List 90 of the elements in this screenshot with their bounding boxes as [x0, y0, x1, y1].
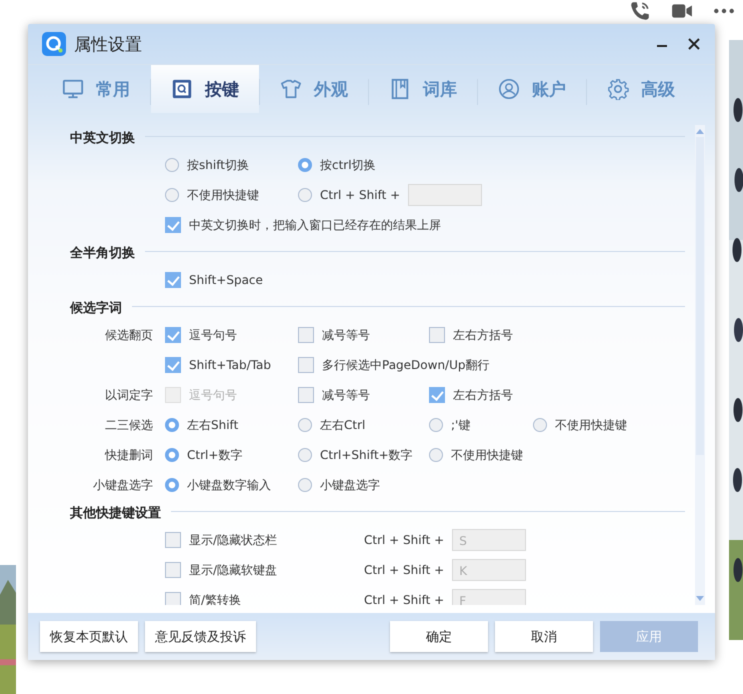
checkbox[interactable]: [165, 592, 181, 605]
tab[interactable]: 账户: [478, 65, 586, 113]
row-label: 小键盘选字: [93, 478, 153, 492]
section-title: 其他快捷键设置: [70, 504, 161, 522]
shortcut-label: Ctrl + Shift +: [364, 533, 444, 547]
checkbox[interactable]: [165, 217, 181, 233]
settings-icon: [607, 78, 629, 100]
phone-icon[interactable]: [629, 0, 651, 22]
radio-button[interactable]: [165, 448, 179, 462]
option-label: 左右Ctrl: [320, 416, 366, 434]
book-icon: [389, 78, 411, 100]
footer-button[interactable]: 确定: [390, 621, 488, 652]
tab[interactable]: 高级: [587, 65, 695, 113]
radio-button[interactable]: [165, 478, 179, 492]
option-label: Shift+Tab/Tab: [189, 358, 272, 372]
row-label: 以词定字: [105, 388, 153, 402]
option-label: 不使用快捷键: [555, 416, 627, 434]
checkbox[interactable]: [429, 387, 445, 403]
radio-button[interactable]: [298, 418, 312, 432]
tab[interactable]: 按键: [151, 65, 259, 113]
option-label: 左右方括号: [453, 386, 513, 404]
option-label: 显示/隐藏状态栏: [189, 532, 278, 548]
option-label: 逗号句号: [189, 386, 237, 404]
radio-button[interactable]: [165, 188, 179, 202]
row-label: 二三候选: [105, 418, 153, 432]
option-label: 减号等号: [322, 386, 370, 404]
row-label: 候选翻页: [105, 328, 153, 342]
key-input-field[interactable]: [408, 184, 482, 206]
footer-button[interactable]: 恢复本页默认: [40, 621, 138, 652]
app-logo-icon: [42, 32, 66, 56]
option-label: 简/繁转换: [189, 592, 242, 605]
section-title: 中英文切换: [70, 130, 135, 146]
option-label: 小键盘数字输入: [187, 476, 271, 494]
shortcut-label: Ctrl + Shift +: [364, 563, 444, 577]
checkbox[interactable]: [298, 357, 314, 373]
radio-button[interactable]: [298, 188, 312, 202]
option-label: Ctrl + Shift +: [320, 188, 400, 202]
radio-button[interactable]: [298, 478, 312, 492]
user-icon: [498, 78, 520, 100]
checkbox[interactable]: [165, 562, 181, 578]
option-label: 不使用快捷键: [451, 446, 523, 464]
option-label: 不使用快捷键: [187, 186, 259, 204]
option-label: Ctrl+Shift+数字: [320, 446, 413, 464]
option-label: 中英文切换时，把输入窗口已经存在的结果上屏: [189, 216, 441, 234]
option-label: 按ctrl切换: [320, 156, 376, 174]
option-label: ;'键: [451, 416, 470, 434]
tab[interactable]: 词库: [369, 65, 477, 113]
radio-button[interactable]: [298, 158, 312, 172]
section-title: 全半角切换: [70, 244, 135, 262]
checkbox[interactable]: [429, 327, 445, 343]
radio-button[interactable]: [533, 418, 547, 432]
radio-button[interactable]: [429, 448, 443, 462]
option-label: 左右Shift: [187, 416, 238, 434]
close-button[interactable]: [687, 37, 701, 51]
row-label: 快捷删词: [105, 448, 153, 462]
key-input-field[interactable]: F: [452, 589, 526, 605]
radio-button[interactable]: [165, 158, 179, 172]
tab[interactable]: 常用: [42, 65, 150, 113]
option-label: 小键盘选字: [320, 476, 380, 494]
scroll-down-icon[interactable]: [696, 596, 704, 602]
checkbox[interactable]: [165, 532, 181, 548]
shortcut-label: Ctrl + Shift +: [364, 593, 444, 605]
key-input-field[interactable]: K: [452, 559, 526, 581]
key-input-field[interactable]: S: [452, 529, 526, 551]
window-title: 属性设置: [74, 34, 142, 56]
tab[interactable]: 外观: [260, 65, 368, 113]
option-label: 左右方括号: [453, 326, 513, 344]
footer-button[interactable]: 取消: [495, 621, 593, 652]
key-q-icon: [171, 78, 193, 100]
option-label: 多行候选中PageDown/Up翻行: [322, 356, 490, 374]
checkbox[interactable]: [165, 357, 181, 373]
scrollbar[interactable]: [695, 125, 705, 605]
shirt-icon: [280, 78, 302, 100]
checkbox[interactable]: [298, 387, 314, 403]
option-label: 显示/隐藏软键盘: [189, 562, 278, 578]
footer-button[interactable]: 意见反馈及投诉: [145, 621, 256, 652]
checkbox[interactable]: [165, 272, 181, 288]
section-title: 候选字词: [70, 300, 122, 316]
checkbox[interactable]: [165, 327, 181, 343]
radio-button[interactable]: [165, 418, 179, 432]
option-label: 逗号句号: [189, 326, 237, 344]
option-label: Ctrl+数字: [187, 446, 242, 464]
monitor-icon: [62, 78, 84, 100]
option-label: 按shift切换: [187, 156, 249, 174]
radio-button[interactable]: [298, 448, 312, 462]
option-label: 减号等号: [322, 326, 370, 344]
radio-button[interactable]: [429, 418, 443, 432]
option-label: Shift+Space: [189, 273, 263, 287]
scroll-up-icon[interactable]: [696, 128, 704, 134]
checkbox[interactable]: [298, 327, 314, 343]
